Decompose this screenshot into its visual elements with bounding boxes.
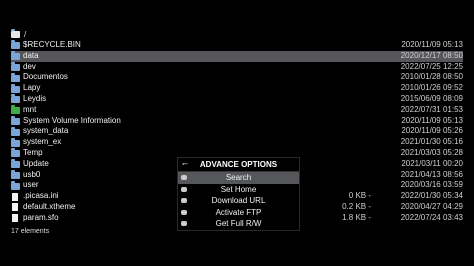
file-name: system_ex — [23, 137, 62, 147]
home-icon — [181, 186, 187, 192]
menu-title-label: ADVANCE OPTIONS — [199, 160, 278, 169]
folder-icon — [11, 94, 21, 104]
menu-title: ↽ ADVANCE OPTIONS — [178, 158, 299, 172]
file-row[interactable]: system_data 2020/11/09 05:26 — [11, 126, 463, 137]
file-icon — [11, 192, 21, 201]
folder-icon — [11, 51, 21, 61]
file-date: 2021/03/11 00:20 — [401, 158, 463, 168]
file-row[interactable]: data 2020/12/17 08:50 — [11, 50, 463, 62]
file-date: 2015/06/09 08:09 — [400, 93, 463, 103]
menu-items: Search Set Home Download URL Activate FTP Ge… — [178, 172, 299, 230]
file-date: 2020/11/09 05:13 — [401, 115, 463, 125]
file-name: mnt — [23, 104, 37, 114]
folder-icon — [11, 126, 21, 136]
file-name: $RECYCLE.BIN — [23, 40, 81, 49]
file-name: Lapy — [23, 83, 41, 93]
folder-icon — [11, 115, 21, 125]
folder-icon — [11, 72, 21, 82]
menu-item-label: Download URL — [211, 196, 266, 206]
file-date: 2020/03/16 03:59 — [400, 180, 463, 190]
file-name: data — [23, 50, 39, 60]
file-date: 2022/07/25 12:25 — [400, 61, 463, 71]
file-date: 2020/11/09 05:13 — [401, 40, 463, 49]
file-date: 2021/03/03 05:28 — [400, 147, 463, 157]
back-icon[interactable]: ↽ — [182, 160, 188, 168]
advance-options-menu: ↽ ADVANCE OPTIONS Search Set Home Download… — [177, 157, 300, 231]
folder-icon — [11, 29, 20, 38]
file-row[interactable]: Lapy 2010/01/26 09:52 — [11, 83, 463, 94]
file-name: System Volume Information — [23, 115, 121, 125]
file-date: 2020/12/17 08:50 — [400, 50, 463, 60]
folder-icon — [11, 137, 21, 147]
file-date: 2022/01/30 05:34 — [400, 191, 463, 201]
ftp-icon — [181, 209, 187, 215]
folder-icon — [11, 40, 21, 50]
folder-icon — [11, 105, 21, 115]
search-icon — [181, 175, 187, 180]
file-icon — [11, 203, 21, 212]
path-bar: / — [11, 28, 26, 40]
menu-item[interactable]: Set Home — [178, 184, 299, 196]
file-row[interactable]: mnt 2022/07/31 01:53 — [11, 105, 463, 116]
folder-icon — [11, 61, 21, 71]
file-date: 2022/07/24 03:43 — [400, 212, 463, 222]
current-path: / — [24, 29, 27, 39]
file-row[interactable]: Leydis 2015/06/09 08:09 — [11, 94, 463, 105]
file-row[interactable]: dev 2022/07/25 12:25 — [11, 62, 463, 73]
file-size: 0 KB - — [348, 191, 371, 201]
element-count: 17 elements — [11, 228, 50, 235]
file-name: Documentos — [23, 72, 68, 82]
menu-item-label: Activate FTP — [215, 207, 262, 217]
file-name: Leydis — [23, 93, 47, 103]
folder-icon — [11, 180, 21, 190]
file-icon — [11, 214, 21, 223]
folder-icon — [11, 148, 21, 158]
file-row[interactable]: system_ex 2021/01/30 05:16 — [11, 137, 463, 148]
file-date: 2021/01/30 05:16 — [400, 137, 463, 147]
cloud-download-icon — [181, 198, 187, 203]
menu-item[interactable]: Download URL — [178, 195, 299, 207]
file-date: 2022/07/31 01:53 — [400, 104, 463, 114]
file-size: 1.8 KB - — [342, 212, 371, 222]
menu-item[interactable]: Search — [178, 172, 299, 184]
menu-item[interactable]: Get Full R/W — [178, 218, 299, 230]
file-row[interactable]: Documentos 2010/01/28 08:50 — [11, 72, 463, 83]
key-icon — [181, 221, 187, 226]
menu-item-label: Set Home — [220, 184, 257, 194]
folder-icon — [11, 159, 21, 169]
file-date: 2021/04/13 08:56 — [400, 169, 463, 179]
file-date: 2010/01/26 09:52 — [400, 83, 463, 93]
file-date: 2020/11/09 05:26 — [401, 126, 463, 136]
file-row[interactable]: $RECYCLE.BIN 2020/11/09 05:13 — [11, 40, 463, 51]
folder-icon — [11, 83, 21, 93]
file-size: 0.2 KB - — [342, 201, 371, 211]
file-date: 2010/01/28 08:50 — [400, 72, 463, 82]
file-row[interactable]: System Volume Information 2020/11/09 05:1… — [11, 116, 463, 127]
menu-item-label: Get Full R/W — [215, 219, 262, 229]
menu-item[interactable]: Activate FTP — [178, 207, 299, 219]
folder-icon — [11, 169, 21, 179]
menu-item-label: Search — [225, 173, 252, 183]
file-name: system_data — [23, 126, 69, 136]
file-name: dev — [23, 61, 36, 71]
file-date: 2020/04/27 04:29 — [400, 201, 463, 211]
